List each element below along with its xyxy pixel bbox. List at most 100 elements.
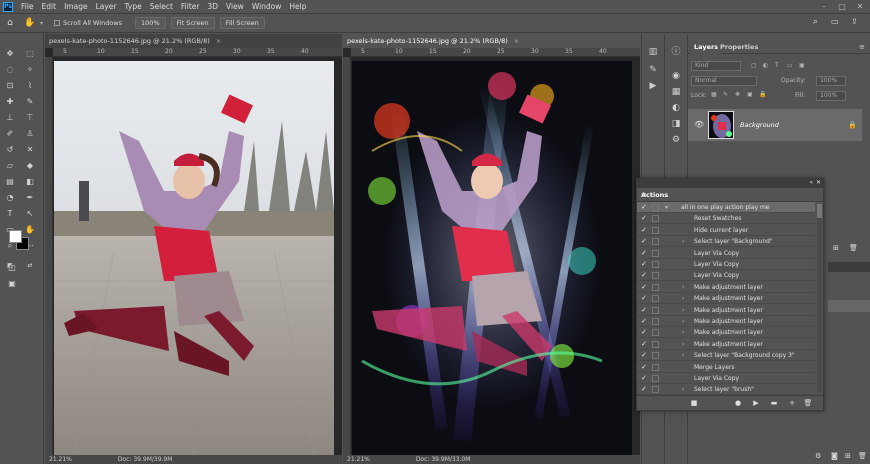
menu-view[interactable]: View (222, 2, 248, 11)
lock-move-icon[interactable]: ✥ (735, 91, 740, 98)
actions-panel-icon[interactable]: ▶ (647, 80, 659, 92)
stop-recording-icon[interactable]: ■ (689, 398, 699, 408)
info-panel-icon[interactable]: ⓘ (670, 46, 682, 58)
magic-wand-tool-icon[interactable]: ✧ (24, 64, 36, 76)
new-layer-icon[interactable]: ⊞ (833, 244, 839, 252)
move-tool-icon[interactable]: ✥ (4, 48, 16, 60)
scroll-all-windows-option[interactable]: Scroll All Windows (54, 19, 127, 27)
zoom-100-button[interactable]: 100% (135, 17, 166, 29)
action-enabled-checkbox[interactable]: ✓ (641, 259, 647, 270)
action-row[interactable]: ✓ › Select layer "Background copy 3" (637, 350, 815, 362)
expand-step-icon[interactable]: › (682, 236, 684, 247)
action-enabled-checkbox[interactable]: ✓ (641, 339, 647, 350)
action-enabled-checkbox[interactable]: ✓ (641, 362, 647, 373)
scroll-all-windows-checkbox[interactable] (54, 20, 60, 26)
eyedropper-tool-icon[interactable]: ⌇ (24, 80, 36, 92)
eraser-tool-icon[interactable]: ▱ (4, 160, 16, 172)
action-enabled-checkbox[interactable]: ✓ (641, 373, 647, 384)
dialog-toggle-box[interactable] (652, 386, 659, 394)
libraries-panel-icon[interactable]: ◨ (670, 118, 682, 130)
workspace-icon[interactable]: ▭ (831, 17, 839, 26)
properties-panel-icon[interactable]: ⚙ (670, 134, 682, 146)
home-icon[interactable]: ⌂ (0, 18, 20, 28)
action-row[interactable]: ✓ Layer Via Copy (637, 270, 815, 282)
action-row[interactable]: ✓ Layer Via Copy (637, 259, 815, 270)
action-set-row[interactable]: ✓ ▾ all in one play action play me (637, 202, 815, 213)
delete-action-icon[interactable]: 🗑 (803, 398, 813, 408)
action-enabled-checkbox[interactable]: ✓ (641, 202, 647, 213)
clone-stamp-tool-icon[interactable]: ⊥ (4, 112, 16, 124)
expand-step-icon[interactable]: › (682, 282, 684, 293)
dialog-toggle-box[interactable] (652, 272, 659, 280)
lock-all-icon[interactable]: 🔒 (759, 91, 766, 98)
expand-step-icon[interactable]: › (682, 316, 684, 327)
dialog-toggle-box[interactable] (652, 261, 659, 268)
expand-step-icon[interactable]: › (682, 293, 684, 304)
new-set-icon[interactable]: ▬ (769, 398, 779, 408)
action-row[interactable]: ✓ › Select layer "brush" (637, 384, 815, 395)
close-panel-icon[interactable]: ✕ (816, 179, 821, 186)
brush-panel-icon[interactable]: ✎ (647, 64, 659, 76)
filter-adjust-icon[interactable]: ◐ (763, 62, 768, 69)
action-row[interactable]: ✓ › Make adjustment layer (637, 305, 815, 316)
action-row[interactable]: ✓ Layer Via Copy (637, 373, 815, 384)
dialog-toggle-box[interactable] (652, 329, 659, 337)
action-row[interactable]: ✓ Merge Layers (637, 362, 815, 373)
zoom-level[interactable]: 21.21% (49, 456, 72, 463)
crop-tool-icon[interactable]: ⊡ (4, 80, 16, 92)
menu-window[interactable]: Window (248, 2, 286, 11)
zoom-level[interactable]: 21.21% (347, 456, 370, 463)
menu-filter[interactable]: Filter (177, 2, 204, 11)
action-row[interactable]: ✓ Hide current layer (637, 225, 815, 236)
expand-step-icon[interactable]: › (682, 339, 684, 350)
lock-paint-icon[interactable]: ✎ (723, 91, 728, 98)
spot-healing-tool-icon[interactable]: ✎ (24, 96, 36, 108)
fill-screen-button[interactable]: Fill Screen (219, 17, 265, 29)
action-enabled-checkbox[interactable]: ✓ (641, 327, 647, 338)
history-brush-tool-icon[interactable]: ↺ (4, 144, 16, 156)
lock-pixels-icon[interactable]: ▦ (711, 91, 717, 98)
action-row[interactable]: ✓ › Select layer "Background" (637, 236, 815, 248)
color-panel-icon[interactable]: ◉ (670, 70, 682, 82)
menu-3d[interactable]: 3D (203, 2, 222, 11)
photo-canvas-original[interactable] (54, 61, 334, 455)
dialog-toggle-box[interactable] (652, 238, 659, 246)
action-enabled-checkbox[interactable]: ✓ (641, 248, 647, 259)
delete-layer-icon[interactable]: 🗑 (849, 244, 858, 252)
layer-row-background[interactable]: 👁 Background 🔒 (688, 109, 862, 141)
brush-tool-icon[interactable]: ✐ (4, 128, 16, 140)
swap-colors-icon[interactable]: ⇄ (24, 260, 36, 272)
dialog-toggle-box[interactable] (652, 283, 659, 291)
expand-step-icon[interactable]: › (682, 350, 684, 361)
healing-brush-tool-icon[interactable]: ✚ (4, 96, 16, 108)
panel-menu-icon[interactable]: ≡ (859, 43, 865, 51)
path-selection-tool-icon[interactable]: ↖ (24, 208, 36, 220)
menu-layer[interactable]: Layer (92, 2, 121, 11)
action-row[interactable]: ✓ › Make adjustment layer (637, 327, 815, 339)
pen-tool-icon[interactable]: ✒ (24, 192, 36, 204)
close-tab-icon[interactable]: × (216, 37, 221, 45)
dialog-toggle-box[interactable] (652, 352, 659, 360)
close-window-button[interactable]: ✕ (853, 0, 867, 13)
action-enabled-checkbox[interactable]: ✓ (641, 316, 647, 327)
action-row[interactable]: ✓ › Make adjustment layer (637, 339, 815, 350)
dialog-toggle-box[interactable] (652, 318, 659, 325)
filter-type-icon[interactable]: T (775, 62, 779, 69)
opacity-input[interactable]: 100% (816, 76, 846, 86)
tab-properties[interactable]: Properties (716, 40, 762, 54)
expand-step-icon[interactable]: › (682, 327, 684, 338)
scrollbar-thumb[interactable] (817, 204, 822, 218)
menu-help[interactable]: Help (285, 2, 310, 11)
paint-bucket-tool-icon[interactable]: ◧ (24, 176, 36, 188)
gradient-tool-icon[interactable]: ▤ (4, 176, 16, 188)
new-item-icon[interactable]: ⊞ (845, 452, 851, 460)
action-row[interactable]: ✓ › Make adjustment layer (637, 282, 815, 293)
filter-shape-icon[interactable]: ▭ (787, 62, 793, 69)
record-icon[interactable]: ● (733, 398, 743, 408)
screen-mode-icon[interactable]: ▣ (6, 278, 18, 290)
play-icon[interactable]: ▶ (751, 398, 761, 408)
layer-kind-filter[interactable]: Kind (691, 61, 741, 71)
blend-mode-select[interactable]: Normal (691, 76, 757, 86)
lock-artboard-icon[interactable]: ▣ (747, 91, 753, 98)
actions-menu-icon[interactable]: ≡ (641, 191, 819, 199)
